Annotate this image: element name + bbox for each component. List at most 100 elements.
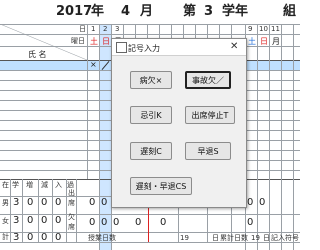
grid-line <box>0 90 111 91</box>
summary-value: 0 <box>27 215 34 226</box>
summary-value: 0 <box>55 197 62 208</box>
footer-cumulative-value: 19 <box>251 234 260 242</box>
grid-line <box>0 150 111 151</box>
side-label: 欠 <box>68 213 75 221</box>
grid-line <box>219 24 220 38</box>
summary-value: 0 <box>41 232 48 243</box>
footer-class-days-label: 授業日数 <box>88 234 116 242</box>
grid-line <box>245 110 300 111</box>
row-label: 女 <box>2 217 9 225</box>
mid-value: 0 <box>135 217 142 228</box>
side-label: 席 <box>68 199 75 207</box>
grid-line <box>147 24 148 38</box>
grid-line <box>0 110 111 111</box>
month-suffix: 月 <box>140 4 154 19</box>
summary-header: 過 <box>67 181 74 189</box>
summary-header: 減 <box>41 181 48 189</box>
weekday-cell: 日 <box>260 37 268 46</box>
grid-line <box>171 24 172 38</box>
grid-line <box>10 179 11 242</box>
right-value: 0 <box>247 217 254 228</box>
symbol-input-dialog: 記号入力 ✕ 病欠× 事故欠／ 忌引K 出席停止T 遅刻C 早退S 遅刻・早退C… <box>111 38 247 208</box>
grid-line <box>245 160 300 161</box>
grid-line <box>245 170 300 171</box>
weekday-cell: 土 <box>248 37 256 46</box>
name-label: 氏 名 <box>28 50 47 59</box>
summary-value: 0 <box>27 197 34 208</box>
summary-value: 0 <box>27 232 34 243</box>
grid-line <box>207 206 208 242</box>
grade-value: 3 <box>204 4 214 19</box>
year-suffix: 年 <box>91 4 105 19</box>
day-number: 10 <box>259 25 268 33</box>
day-number: 3 <box>115 25 120 33</box>
right-value: 0 <box>259 197 266 208</box>
grid-line <box>293 24 294 250</box>
grid-line <box>0 140 111 141</box>
footer-day-unit-2: 日 <box>263 234 270 242</box>
day-number: 11 <box>271 25 280 33</box>
grid-line <box>135 24 136 38</box>
grid-line <box>245 90 300 91</box>
suspension-button[interactable]: 出席停止T <box>185 106 235 124</box>
grid-line <box>269 24 270 250</box>
summary-value: 0 <box>41 197 48 208</box>
day-number: 9 <box>248 25 253 33</box>
grid-line <box>245 140 300 141</box>
late-button[interactable]: 遅刻C <box>130 142 172 160</box>
grid-line <box>76 179 77 242</box>
grid-line <box>245 120 300 121</box>
grid-line <box>257 24 258 250</box>
grid-line <box>52 179 53 242</box>
mid-value: 0 <box>101 197 108 208</box>
grid-line <box>99 24 100 250</box>
dai-label: 第 <box>183 4 197 19</box>
close-icon[interactable]: ✕ <box>230 41 238 52</box>
grid-line <box>245 80 300 81</box>
weekday-cell: 月 <box>272 37 280 46</box>
summary-header: 学 <box>12 181 19 189</box>
grid-line <box>159 24 160 38</box>
absence-mark-cell[interactable]: × <box>90 61 97 69</box>
grid-line <box>245 150 300 151</box>
mid-value: 0 <box>160 217 167 228</box>
grid-line <box>22 179 23 242</box>
bereavement-button[interactable]: 忌引K <box>130 106 172 124</box>
grid-line <box>245 130 300 131</box>
mid-value: 0 <box>101 217 108 228</box>
grid-line-red <box>148 206 149 242</box>
mid-value: 0 <box>113 217 120 228</box>
right-value: 0 <box>247 197 254 208</box>
grid-line <box>0 170 111 171</box>
grid-line <box>207 24 208 38</box>
dialog-titlebar[interactable]: 記号入力 ✕ <box>112 39 246 56</box>
grade-suffix: 学年 <box>222 4 249 19</box>
footer-symbol-label: 記入符号 <box>271 234 299 242</box>
summary-value: 0 <box>55 232 62 243</box>
grid-line <box>0 80 111 81</box>
day-number: 1 <box>91 25 96 33</box>
accident-absence-button[interactable]: 事故欠／ <box>185 71 231 89</box>
side-label: 席 <box>68 223 75 231</box>
grid-line <box>231 24 232 38</box>
summary-value: 0 <box>41 215 48 226</box>
summary-header: 在 <box>2 181 9 189</box>
weekday-cell: 日 <box>102 37 110 46</box>
late-early-leave-button[interactable]: 遅刻・早退CS <box>130 177 192 195</box>
footer-cumulative-label: 累計日数 <box>220 234 248 242</box>
grid-line <box>195 24 196 38</box>
grid-line <box>178 206 179 242</box>
footer-day-unit: 日 <box>212 234 219 242</box>
grid-line <box>0 130 111 131</box>
year-value: 2017 <box>56 4 93 19</box>
grid-line <box>0 160 111 161</box>
grid-line <box>245 100 300 101</box>
grid-line <box>123 24 124 38</box>
grid-line <box>183 24 184 38</box>
footer-days-value: 19 <box>180 234 189 242</box>
sick-absence-button[interactable]: 病欠× <box>130 71 172 89</box>
grid-line <box>0 100 111 101</box>
grid-line <box>0 120 111 121</box>
weekday-label: 曜日 <box>71 37 85 45</box>
early-leave-button[interactable]: 早退S <box>185 142 231 160</box>
